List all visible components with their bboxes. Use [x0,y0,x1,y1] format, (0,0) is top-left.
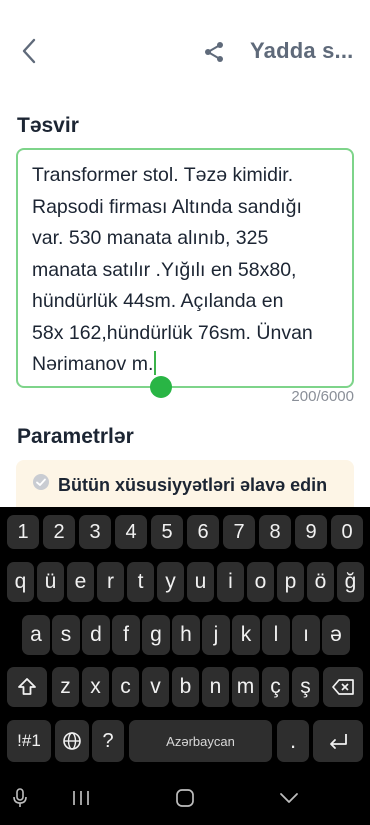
chevron-left-icon [22,38,36,64]
character-counter: 200/6000 [291,388,354,405]
description-textarea[interactable]: Transformer stol. Təzə kimidir. Rapsodi … [16,148,354,388]
recent-apps-icon [73,791,89,805]
microphone-icon [13,788,27,807]
key-k[interactable]: k [232,615,260,655]
key-y[interactable]: y [157,562,184,602]
add-all-features-label: Bütün xüsusiyyətləri əlavə edin [58,475,328,495]
save-button[interactable]: Yadda s... [250,38,354,64]
key-f[interactable]: f [112,615,140,655]
space-key[interactable]: Azərbaycan [129,720,272,762]
key-d[interactable]: d [82,615,110,655]
key-g[interactable]: g [142,615,170,655]
share-icon [205,42,223,62]
key-r[interactable]: r [97,562,124,602]
shift-key[interactable] [7,667,47,707]
key-m[interactable]: m [232,667,259,707]
key-9[interactable]: 9 [295,515,327,549]
chevron-down-icon [280,793,298,803]
key-6[interactable]: 6 [187,515,219,549]
key-3[interactable]: 3 [79,515,111,549]
key-u[interactable]: u [187,562,214,602]
home-button[interactable] [172,785,198,811]
question-key[interactable]: ? [92,720,124,762]
enter-key[interactable] [313,720,363,762]
backspace-key[interactable] [323,667,363,707]
description-title: Təsvir [17,114,79,137]
key-7[interactable]: 7 [223,515,255,549]
key-c[interactable]: c [112,667,139,707]
key-ö[interactable]: ö [307,562,334,602]
key-ə[interactable]: ə [322,615,350,655]
key-i[interactable]: i [217,562,244,602]
key-4[interactable]: 4 [115,515,147,549]
key-h[interactable]: h [172,615,200,655]
key-q[interactable]: q [7,562,34,602]
text-cursor [154,351,157,375]
home-icon [176,789,194,807]
check-circle-icon [33,474,49,490]
key-0[interactable]: 0 [331,515,363,549]
key-ç[interactable]: ç [262,667,289,707]
key-ı[interactable]: ı [292,615,320,655]
language-key[interactable] [55,720,89,762]
hide-keyboard-button[interactable] [276,785,302,811]
key-z[interactable]: z [52,667,79,707]
recent-apps-button[interactable] [68,785,94,811]
share-button[interactable] [198,36,230,68]
key-b[interactable]: b [172,667,199,707]
back-button[interactable] [14,34,44,68]
period-key[interactable]: . [277,720,309,762]
cursor-handle[interactable] [150,376,172,398]
enter-icon [330,734,347,749]
key-j[interactable]: j [202,615,230,655]
key-t[interactable]: t [127,562,154,602]
key-v[interactable]: v [142,667,169,707]
key-8[interactable]: 8 [259,515,291,549]
key-a[interactable]: a [22,615,50,655]
add-all-features-button[interactable]: Bütün xüsusiyyətləri əlavə edin [16,460,354,508]
key-ş[interactable]: ş [292,667,319,707]
voice-input-button[interactable] [8,785,32,811]
key-s[interactable]: s [52,615,80,655]
backspace-icon [332,679,354,695]
system-navigation-bar [0,771,370,825]
parameters-title: Parametrlər [17,425,134,448]
key-x[interactable]: x [82,667,109,707]
key-n[interactable]: n [202,667,229,707]
key-l[interactable]: l [262,615,290,655]
symbols-key[interactable]: !#1 [7,720,51,762]
key-2[interactable]: 2 [43,515,75,549]
key-o[interactable]: o [247,562,274,602]
key-ğ[interactable]: ğ [337,562,364,602]
description-text[interactable]: Transformer stol. Təzə kimidir. Rapsodi … [32,160,344,381]
top-bar: Yadda s... [0,0,370,100]
key-ü[interactable]: ü [37,562,64,602]
description-value: Transformer stol. Təzə kimidir. Rapsodi … [32,164,313,375]
key-p[interactable]: p [277,562,304,602]
onscreen-keyboard: 1 2 3 4 5 6 7 8 9 0 q ü e r t y u i o p … [0,507,370,771]
key-e[interactable]: e [67,562,94,602]
key-5[interactable]: 5 [151,515,183,549]
shift-icon [18,678,36,695]
globe-icon [63,732,81,750]
key-1[interactable]: 1 [7,515,39,549]
